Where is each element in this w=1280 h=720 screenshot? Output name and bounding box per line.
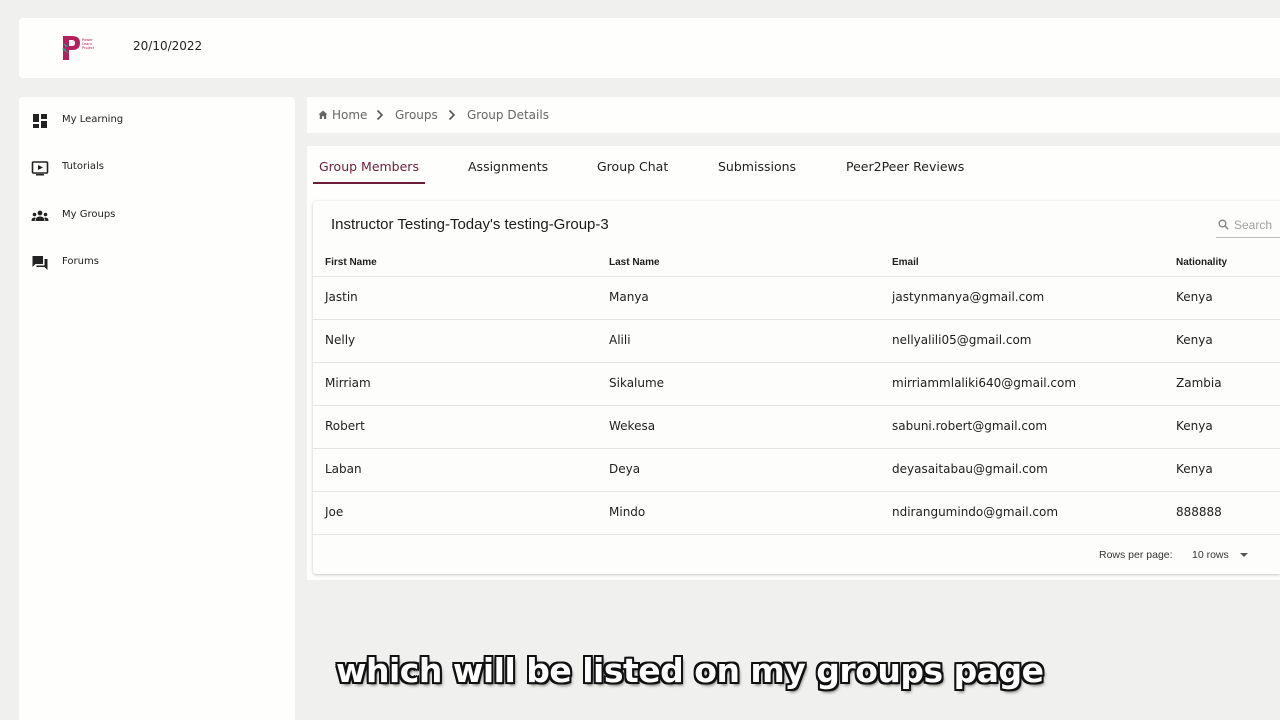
caret-down-icon[interactable] [1240, 553, 1248, 557]
table-row[interactable]: Robert Wekesa sabuni.robert@gmail.com Ke… [313, 405, 1280, 449]
cell-last-name: Deya [609, 462, 641, 476]
active-tab-indicator [313, 182, 425, 184]
search-field[interactable] [1216, 213, 1280, 238]
cell-nationality: Kenya [1176, 419, 1213, 433]
breadcrumb: Home Groups Group Details [307, 97, 1280, 133]
search-icon [1218, 219, 1229, 230]
top-bar: Power Learn Project 20/10/2022 [19, 18, 1280, 78]
logo-text: Power Learn Project [82, 38, 95, 51]
main-panel: Group Members Assignments Group Chat Sub… [307, 146, 1280, 580]
tab-assignments[interactable]: Assignments [468, 159, 548, 174]
cell-email: sabuni.robert@gmail.com [892, 419, 1048, 433]
chevron-right-icon [376, 109, 384, 121]
table-row[interactable]: Mirriam Sikalume mirriammlaliki640@gmail… [313, 362, 1280, 406]
cell-last-name: Alili [609, 333, 631, 347]
cell-first-name: Joe [325, 505, 344, 519]
members-table-card: Instructor Testing-Today's testing-Group… [313, 201, 1280, 574]
dashboard-icon [33, 114, 47, 128]
tab-group-chat[interactable]: Group Chat [597, 159, 668, 174]
table-pagination: Rows per page: 10 rows [313, 534, 1280, 575]
cell-nationality: Zambia [1176, 376, 1222, 390]
sidebar-item-tutorials[interactable]: Tutorials [19, 147, 295, 187]
cell-last-name: Mindo [609, 505, 646, 519]
cell-nationality: Kenya [1176, 462, 1213, 476]
table-row[interactable]: Laban Deya deyasaitabau@gmail.com Kenya [313, 448, 1280, 492]
breadcrumb-group-details: Group Details [467, 108, 549, 122]
home-icon[interactable] [318, 110, 328, 120]
search-input[interactable] [1234, 215, 1280, 235]
sidebar-item-label: Tutorials [62, 161, 104, 172]
cell-email: nellyalili05@gmail.com [892, 333, 1032, 347]
logo[interactable]: Power Learn Project [60, 34, 100, 62]
sidebar-item-my-learning[interactable]: My Learning [19, 100, 295, 140]
table-row[interactable]: Jastin Manya jastynmanya@gmail.com Kenya [313, 276, 1280, 320]
column-header-first-name[interactable]: First Name [325, 257, 377, 268]
column-header-nationality[interactable]: Nationality [1176, 257, 1227, 268]
rows-per-page-label: Rows per page: [1099, 549, 1173, 561]
cell-first-name: Robert [325, 419, 365, 433]
cell-email: mirriammlaliki640@gmail.com [892, 376, 1077, 390]
tab-peer2peer-reviews[interactable]: Peer2Peer Reviews [846, 159, 964, 174]
logo-mark-icon [62, 36, 80, 60]
column-header-last-name[interactable]: Last Name [609, 257, 660, 268]
tab-group-members[interactable]: Group Members [319, 159, 419, 174]
cell-email: ndirangumindo@gmail.com [892, 505, 1059, 519]
current-date: 20/10/2022 [133, 39, 203, 53]
cell-email: jastynmanya@gmail.com [892, 290, 1045, 304]
column-header-email[interactable]: Email [892, 257, 919, 268]
breadcrumb-groups[interactable]: Groups [395, 108, 438, 122]
sidebar-item-label: My Groups [62, 209, 116, 220]
sidebar-item-label: Forums [62, 256, 99, 267]
group-title: Instructor Testing-Today's testing-Group… [331, 216, 609, 233]
cell-first-name: Mirriam [325, 376, 371, 390]
table-row[interactable]: Nelly Alili nellyalili05@gmail.com Kenya [313, 319, 1280, 363]
cell-last-name: Sikalume [609, 376, 665, 390]
cell-nationality: Kenya [1176, 333, 1213, 347]
cell-email: deyasaitabau@gmail.com [892, 462, 1048, 476]
cell-first-name: Laban [325, 462, 362, 476]
video-play-icon [31, 161, 49, 176]
cell-last-name: Wekesa [609, 419, 656, 433]
cell-first-name: Jastin [325, 290, 358, 304]
cell-first-name: Nelly [325, 333, 356, 347]
cell-last-name: Manya [609, 290, 649, 304]
tab-submissions[interactable]: Submissions [718, 159, 796, 174]
cell-nationality: Kenya [1176, 290, 1213, 304]
sidebar: My Learning Tutorials My Groups Forums [19, 97, 295, 720]
rows-per-page-select[interactable]: 10 rows [1192, 549, 1229, 561]
sidebar-item-my-groups[interactable]: My Groups [19, 195, 295, 235]
video-caption: which will be listed on my groups page [336, 651, 1044, 690]
sidebar-item-label: My Learning [62, 114, 124, 125]
breadcrumb-home[interactable]: Home [332, 108, 367, 122]
cell-nationality: 888888 [1176, 505, 1222, 519]
chevron-right-icon [448, 109, 456, 121]
groups-icon [31, 210, 49, 221]
forum-icon [32, 256, 48, 270]
sidebar-item-forums[interactable]: Forums [19, 242, 295, 282]
table-row[interactable]: Joe Mindo ndirangumindo@gmail.com 888888 [313, 491, 1280, 535]
